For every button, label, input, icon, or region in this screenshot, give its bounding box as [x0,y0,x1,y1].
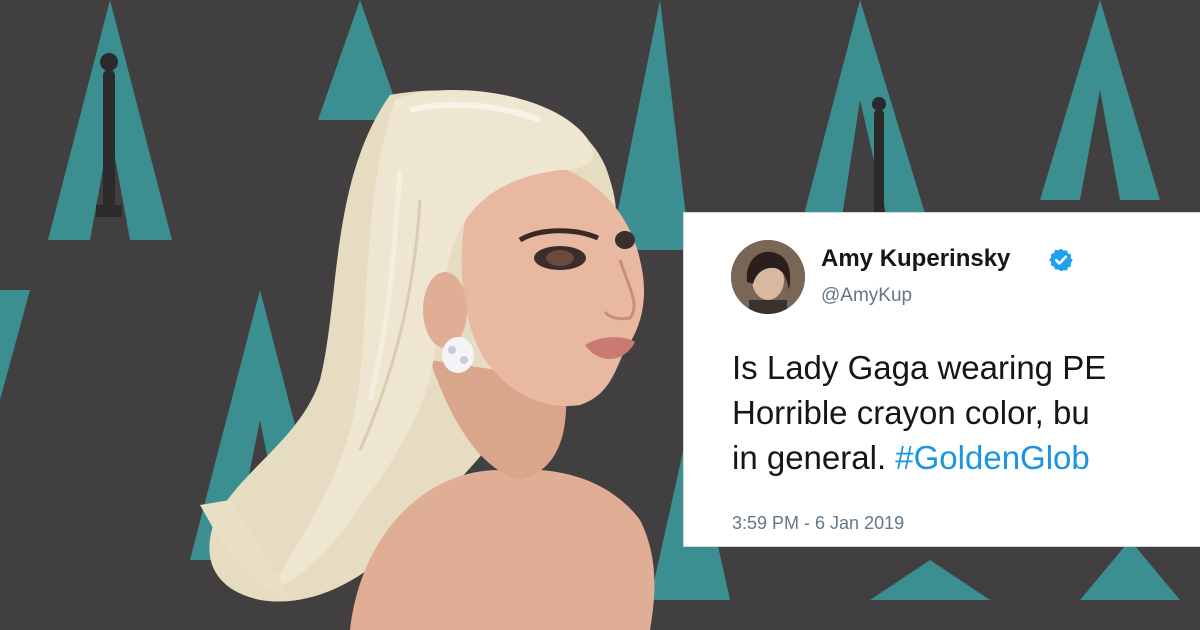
user-handle[interactable]: @AmyKup [821,285,912,307]
tweet-line-3: in general. #GoldenGlob [732,435,1200,480]
tweet-line-1: Is Lady Gaga wearing PE [732,349,1107,386]
hashtag-link[interactable]: #GoldenGlob [895,439,1089,476]
verified-badge-icon [1049,248,1073,272]
tweet-text: Is Lady Gaga wearing PE Horrible crayon … [732,345,1200,480]
user-display-name[interactable]: Amy Kuperinsky [821,245,1010,273]
embedded-tweet-card[interactable]: Amy Kuperinsky @AmyKup Is Lady Gaga wear… [683,212,1200,547]
user-avatar[interactable] [731,240,805,314]
tweet-line-3-text: in general. [732,439,896,476]
photo-scene: Amy Kuperinsky @AmyKup Is Lady Gaga wear… [0,0,1200,630]
earring [442,337,474,373]
tweet-line-2: Horrible crayon color, bu [732,394,1090,431]
tweet-timestamp[interactable]: 3:59 PM - 6 Jan 2019 [732,513,904,534]
